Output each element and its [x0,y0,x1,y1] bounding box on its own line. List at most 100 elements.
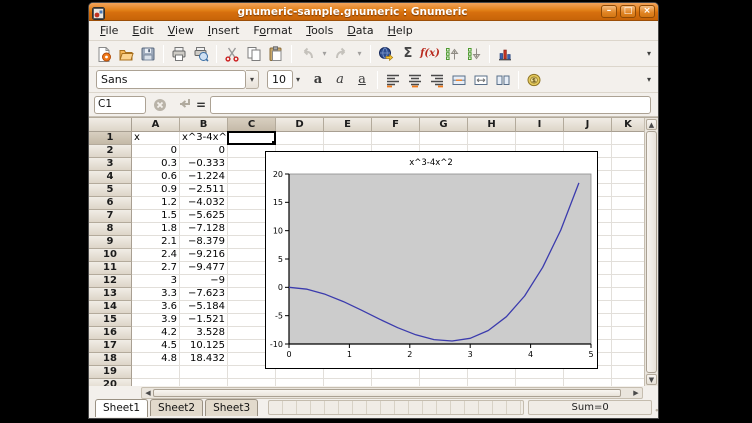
font-name-dropdown-icon[interactable]: ▾ [246,70,259,89]
cell-B7[interactable]: −5.625 [180,210,228,223]
cell[interactable] [516,379,564,386]
cell-B19[interactable] [180,366,228,379]
cell[interactable] [420,132,468,145]
cell[interactable] [276,379,324,386]
column-header-F[interactable]: F [372,118,420,132]
cell[interactable] [612,249,644,262]
embedded-chart[interactable]: x^3-4x^220151050-5-10012345 [265,151,598,369]
cell-B6[interactable]: −4.032 [180,197,228,210]
cell[interactable] [228,379,276,386]
cell-B11[interactable]: −9.477 [180,262,228,275]
cell-A12[interactable]: 3 [132,275,180,288]
cell-A10[interactable]: 2.4 [132,249,180,262]
cell[interactable] [468,132,516,145]
cell-B9[interactable]: −8.379 [180,236,228,249]
cell[interactable] [612,223,644,236]
cell-A15[interactable]: 3.9 [132,314,180,327]
equals-button[interactable]: = [196,98,206,112]
cell-B1[interactable]: x^3-4x^2 [180,132,228,145]
column-header-K[interactable]: K [612,118,644,132]
save-button[interactable] [137,43,159,65]
undo-button[interactable] [296,43,318,65]
column-header-G[interactable]: G [420,118,468,132]
row-header-15[interactable]: 15 [89,314,132,327]
cell-B15[interactable]: −1.521 [180,314,228,327]
row-header-5[interactable]: 5 [89,184,132,197]
column-header-D[interactable]: D [276,118,324,132]
cell-reference-box[interactable]: C1 [94,96,146,114]
bold-button[interactable]: a [307,69,329,91]
cell-A4[interactable]: 0.6 [132,171,180,184]
row-header-13[interactable]: 13 [89,288,132,301]
cell-B17[interactable]: 10.125 [180,340,228,353]
sort-ascending-button[interactable] [441,43,463,65]
column-header-E[interactable]: E [324,118,372,132]
row-header-6[interactable]: 6 [89,197,132,210]
font-size-dropdown-icon[interactable]: ▾ [293,75,303,84]
cut-button[interactable] [221,43,243,65]
row-header-12[interactable]: 12 [89,275,132,288]
maximize-button[interactable]: □ [620,5,636,18]
cell-B8[interactable]: −7.128 [180,223,228,236]
font-size-select[interactable]: 10 [267,70,293,89]
scroll-down-icon[interactable]: ▼ [646,374,657,385]
redo-button[interactable] [331,43,353,65]
cell[interactable] [612,314,644,327]
cell-B14[interactable]: −5.184 [180,301,228,314]
menu-edit[interactable]: Edit [125,22,160,39]
cell-A17[interactable]: 4.5 [132,340,180,353]
cell[interactable] [612,210,644,223]
cell-B2[interactable]: 0 [180,145,228,158]
resize-grip-icon[interactable] [652,403,659,415]
menu-format[interactable]: Format [246,22,299,39]
cell-B13[interactable]: −7.623 [180,288,228,301]
cell-A1[interactable]: x [132,132,180,145]
titlebar[interactable]: gnumeric-sample.gnumeric : Gnumeric –□× [89,3,658,21]
row-header-9[interactable]: 9 [89,236,132,249]
vertical-scroll-thumb[interactable] [646,131,657,373]
cell[interactable] [612,379,644,386]
redo-dropdown-icon[interactable]: ▾ [353,43,366,65]
italic-button[interactable]: a [329,69,351,91]
row-header-16[interactable]: 16 [89,327,132,340]
cell-B3[interactable]: −0.333 [180,158,228,171]
cell[interactable] [324,379,372,386]
cell[interactable] [612,236,644,249]
function-button[interactable]: f(x) [419,43,441,65]
cell-A2[interactable]: 0 [132,145,180,158]
fill-handle[interactable] [272,141,276,145]
cell-B20[interactable] [180,379,228,386]
row-header-18[interactable]: 18 [89,353,132,366]
row-header-20[interactable]: 20 [89,379,132,386]
format-toolbar-overflow-icon[interactable]: ▾ [644,75,654,84]
cell[interactable] [516,132,564,145]
undo-dropdown-icon[interactable]: ▾ [318,43,331,65]
cell-A11[interactable]: 2.7 [132,262,180,275]
column-header-B[interactable]: B [180,118,228,132]
cell[interactable] [612,197,644,210]
horizontal-scrollbar[interactable]: ◀ ▶ [141,387,643,399]
horizontal-scroll-thumb[interactable] [153,389,621,397]
column-header-C[interactable]: C [228,118,276,132]
print-preview-button[interactable] [190,43,212,65]
open-button[interactable] [115,43,137,65]
column-header-J[interactable]: J [564,118,612,132]
row-header-3[interactable]: 3 [89,158,132,171]
scroll-right-icon[interactable]: ▶ [631,388,641,397]
cell[interactable] [324,132,372,145]
hyperlink-button[interactable] [375,43,397,65]
column-header-I[interactable]: I [516,118,564,132]
cell[interactable] [612,366,644,379]
cell[interactable] [372,379,420,386]
row-header-14[interactable]: 14 [89,301,132,314]
align-left-button[interactable] [382,69,404,91]
align-center-button[interactable] [404,69,426,91]
row-header-1[interactable]: 1 [89,132,132,145]
cancel-icon[interactable] [150,95,170,115]
row-header-19[interactable]: 19 [89,366,132,379]
menu-tools[interactable]: Tools [299,22,340,39]
cell-A7[interactable]: 1.5 [132,210,180,223]
cell[interactable] [612,184,644,197]
cell[interactable] [612,262,644,275]
menu-insert[interactable]: Insert [201,22,247,39]
